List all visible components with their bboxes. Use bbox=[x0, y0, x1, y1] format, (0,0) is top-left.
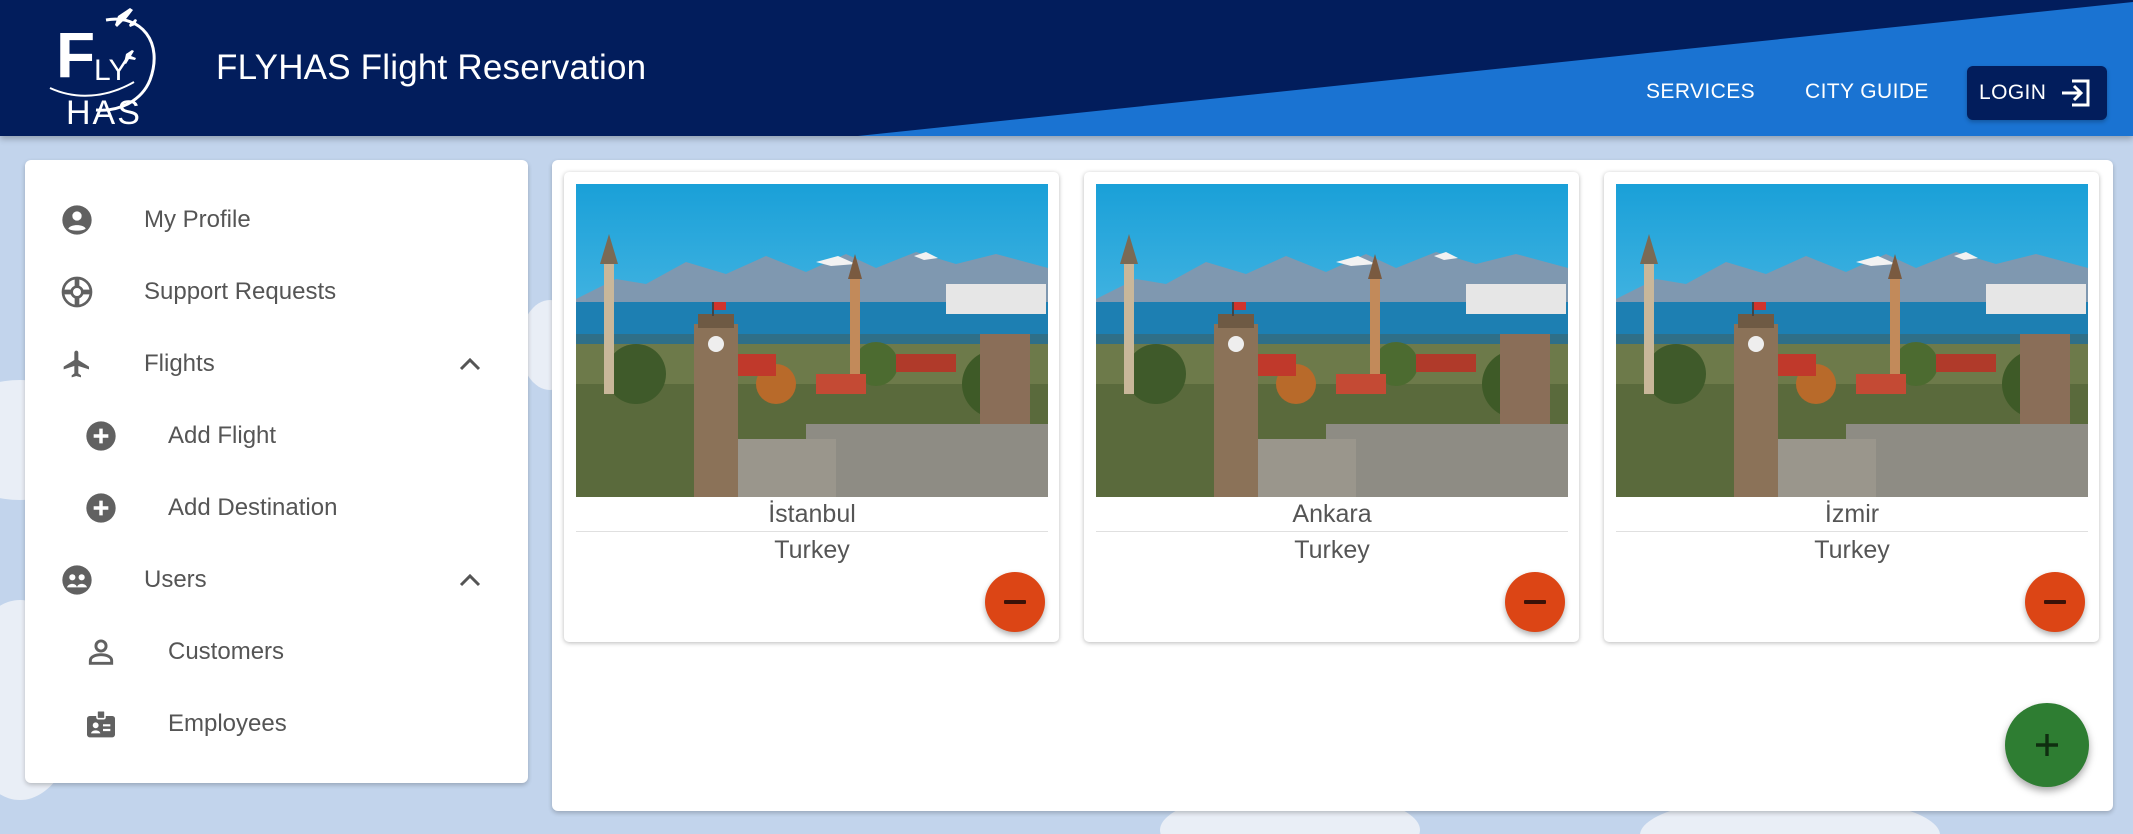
users-icon bbox=[60, 563, 94, 597]
account-circle-icon bbox=[60, 203, 94, 237]
destination-city: Ankara bbox=[1096, 500, 1568, 532]
sidebar-item-label: Employees bbox=[168, 710, 287, 737]
destination-city: İzmir bbox=[1616, 500, 2088, 532]
sidebar-item-label: Flights bbox=[144, 350, 215, 377]
destination-card[interactable]: İzmir Turkey bbox=[1604, 172, 2099, 642]
chevron-up-icon[interactable] bbox=[459, 573, 481, 587]
sidebar-menu: My Profile Support Requests Flights Add … bbox=[25, 160, 528, 783]
minus-icon bbox=[1004, 600, 1026, 604]
sidebar-item-label: Users bbox=[144, 566, 207, 593]
minus-icon bbox=[2044, 600, 2066, 604]
chevron-up-icon[interactable] bbox=[459, 357, 481, 371]
sidebar-item-employees[interactable]: Employees bbox=[25, 692, 528, 756]
logo-letters-ly: LY bbox=[94, 54, 129, 87]
services-link[interactable]: SERVICES bbox=[1646, 80, 1755, 104]
login-button-label: LOGIN bbox=[1979, 81, 2047, 104]
sidebar-item-add-flight[interactable]: Add Flight bbox=[25, 404, 528, 468]
remove-destination-button[interactable] bbox=[2025, 572, 2085, 632]
sidebar-item-flights[interactable]: Flights bbox=[25, 332, 528, 396]
plus-icon bbox=[2036, 734, 2058, 756]
destination-image bbox=[576, 184, 1048, 497]
destination-country: Turkey bbox=[1814, 536, 1890, 564]
add-circle-icon bbox=[84, 419, 118, 453]
sidebar-item-label: My Profile bbox=[144, 206, 251, 233]
flyhas-logo: F LY HAS bbox=[46, 2, 166, 132]
person-outline-icon bbox=[84, 635, 118, 669]
airplane-icon bbox=[60, 347, 94, 381]
sidebar-item-label: Customers bbox=[168, 638, 285, 665]
app-title: FLYHAS Flight Reservation bbox=[216, 48, 647, 87]
logo-letter-f: F bbox=[56, 19, 96, 91]
badge-icon bbox=[84, 707, 118, 741]
sidebar-item-support-requests[interactable]: Support Requests bbox=[25, 260, 528, 324]
sidebar-item-my-profile[interactable]: My Profile bbox=[25, 188, 528, 252]
sidebar-item-label: Add Flight bbox=[168, 422, 277, 449]
destination-country: Turkey bbox=[774, 536, 850, 564]
remove-destination-button[interactable] bbox=[1505, 572, 1565, 632]
minus-icon bbox=[1524, 600, 1546, 604]
lifebuoy-icon bbox=[60, 275, 94, 309]
destination-city: İstanbul bbox=[576, 500, 1048, 532]
city-guide-link[interactable]: CITY GUIDE bbox=[1805, 80, 1929, 104]
destination-image bbox=[1096, 184, 1568, 497]
sidebar-item-users[interactable]: Users bbox=[25, 548, 528, 612]
destination-card[interactable]: İstanbul Turkey bbox=[564, 172, 1059, 642]
destination-country: Turkey bbox=[1294, 536, 1370, 564]
login-button[interactable]: LOGIN bbox=[1967, 66, 2107, 120]
destination-image bbox=[1616, 184, 2088, 497]
add-destination-fab[interactable] bbox=[2005, 703, 2089, 787]
destination-card[interactable]: Ankara Turkey bbox=[1084, 172, 1579, 642]
sidebar-item-add-destination[interactable]: Add Destination bbox=[25, 476, 528, 540]
sidebar-item-customers[interactable]: Customers bbox=[25, 620, 528, 684]
sidebar-item-label: Add Destination bbox=[168, 494, 338, 521]
logo-letters-has: HAS bbox=[66, 94, 142, 132]
app-header: F LY HAS FLYHAS Flight Reservation SERVI… bbox=[0, 0, 2133, 136]
sidebar-item-label: Support Requests bbox=[144, 278, 337, 305]
login-icon bbox=[2062, 79, 2090, 107]
remove-destination-button[interactable] bbox=[985, 572, 1045, 632]
add-circle-icon bbox=[84, 491, 118, 525]
